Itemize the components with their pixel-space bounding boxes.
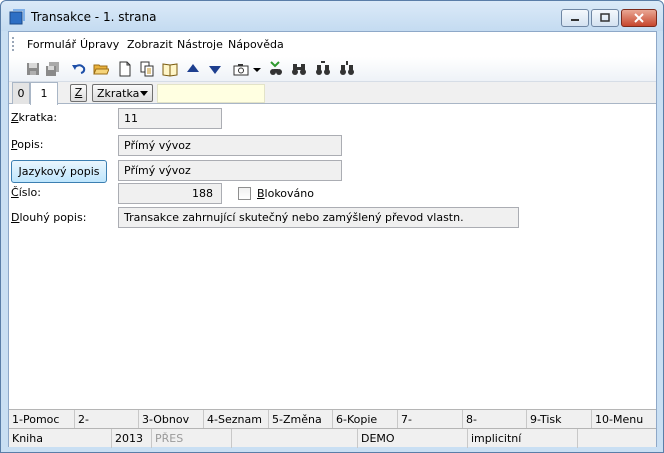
status-year: 2013: [112, 429, 152, 448]
binoculars-next-icon[interactable]: [315, 61, 331, 77]
fkey-3[interactable]: 3-Obnov: [139, 410, 204, 429]
jazykovy-popis-field[interactable]: Přímý vývoz: [118, 160, 342, 181]
arrow-down-icon[interactable]: [207, 61, 223, 77]
quick-search-input[interactable]: [157, 84, 265, 103]
fkey-8[interactable]: 8-: [463, 410, 527, 429]
book-icon[interactable]: [162, 61, 178, 77]
close-icon: [634, 13, 644, 23]
fkey-4[interactable]: 4-Seznam: [204, 410, 269, 429]
blokovano-label[interactable]: Blokováno: [257, 187, 314, 200]
chevron-down-icon: [140, 91, 148, 96]
dlouhy-popis-label: Dlouhý popis:: [11, 211, 87, 224]
title-bar[interactable]: Transakce - 1. strana: [1, 1, 663, 31]
status-profile: implicitní: [468, 429, 578, 448]
form-area: Zkratka: 11 Popis: Přímý vývoz Jazykový …: [9, 105, 656, 409]
menu-bar: Formulář Úpravy Zobrazit Nástroje Nápově…: [9, 32, 656, 57]
fkey-9[interactable]: 9-Tisk: [527, 410, 592, 429]
arrow-up-icon[interactable]: [185, 61, 201, 77]
fkey-7[interactable]: 7-: [398, 410, 463, 429]
status-mode: PŘES: [152, 429, 232, 448]
maximize-button[interactable]: [591, 9, 619, 27]
status-empty: [232, 429, 358, 448]
menu-grip: [12, 37, 15, 51]
tab-1[interactable]: 1: [30, 82, 58, 105]
save-icon[interactable]: [25, 61, 41, 77]
client-area: Formulář Úpravy Zobrazit Nástroje Nápově…: [8, 31, 657, 448]
binoculars-icon[interactable]: [291, 61, 307, 77]
minimize-icon: [571, 19, 579, 21]
dlouhy-popis-field[interactable]: Transakce zahrnující skutečný nebo zamýš…: [118, 207, 519, 228]
menu-upravy[interactable]: Úpravy: [80, 38, 119, 51]
status-bar: Kniha 2013 PŘES DEMO implicitní: [9, 428, 656, 448]
new-document-icon[interactable]: [117, 61, 133, 77]
menu-formular[interactable]: Formulář: [27, 38, 76, 51]
blokovano-checkbox[interactable]: [238, 187, 251, 200]
cislo-label: Číslo:: [11, 186, 41, 199]
maximize-icon: [600, 13, 610, 22]
popis-field[interactable]: Přímý vývoz: [118, 135, 342, 156]
menu-zobrazit[interactable]: Zobrazit: [127, 38, 173, 51]
save-all-icon[interactable]: [45, 61, 61, 77]
status-db: DEMO: [358, 429, 468, 448]
copy-icon[interactable]: [139, 61, 155, 77]
dropdown-arrow-icon[interactable]: [252, 61, 262, 77]
window-title: Transakce - 1. strana: [31, 10, 157, 24]
zkratka-field[interactable]: 11: [118, 108, 222, 129]
toolbar: [9, 57, 656, 82]
minimize-button[interactable]: [561, 9, 589, 27]
camera-icon[interactable]: [233, 61, 249, 77]
fkey-2[interactable]: 2-: [75, 410, 139, 429]
app-window: Transakce - 1. strana Formulář Úpravy Zo…: [0, 0, 664, 453]
app-icon: [9, 9, 25, 25]
zkratka-label: Zkratka:: [11, 111, 58, 124]
close-button[interactable]: [621, 9, 657, 27]
fkey-5[interactable]: 5-Změna: [269, 410, 333, 429]
open-folder-icon[interactable]: [93, 61, 109, 77]
menu-nastroje[interactable]: Nástroje: [177, 38, 223, 51]
tab-row: 0 1 Z Zkratka: [9, 82, 656, 105]
filter-binoculars-icon[interactable]: [268, 61, 284, 77]
fkey-10[interactable]: 10-Menu: [592, 410, 656, 429]
menu-napoveda[interactable]: Nápověda: [228, 38, 284, 51]
binoculars-prev-icon[interactable]: [339, 61, 355, 77]
status-extra: [578, 429, 656, 448]
status-book: Kniha: [9, 429, 112, 448]
fkey-6[interactable]: 6-Kopie: [333, 410, 398, 429]
sort-combo[interactable]: Zkratka: [92, 84, 153, 102]
fkey-1[interactable]: 1-Pomoc: [9, 410, 75, 429]
tab-0[interactable]: 0: [12, 82, 30, 104]
sort-combo-value: Zkratka: [97, 87, 140, 100]
popis-label: Popis:: [11, 138, 44, 151]
jazykovy-popis-button[interactable]: Jazykový popis: [11, 160, 107, 183]
function-key-bar: 1-Pomoc 2- 3-Obnov 4-Seznam 5-Změna 6-Ko…: [9, 409, 656, 429]
undo-icon[interactable]: [71, 61, 87, 77]
z-button[interactable]: Z: [70, 84, 87, 102]
cislo-field[interactable]: 188: [118, 183, 222, 204]
